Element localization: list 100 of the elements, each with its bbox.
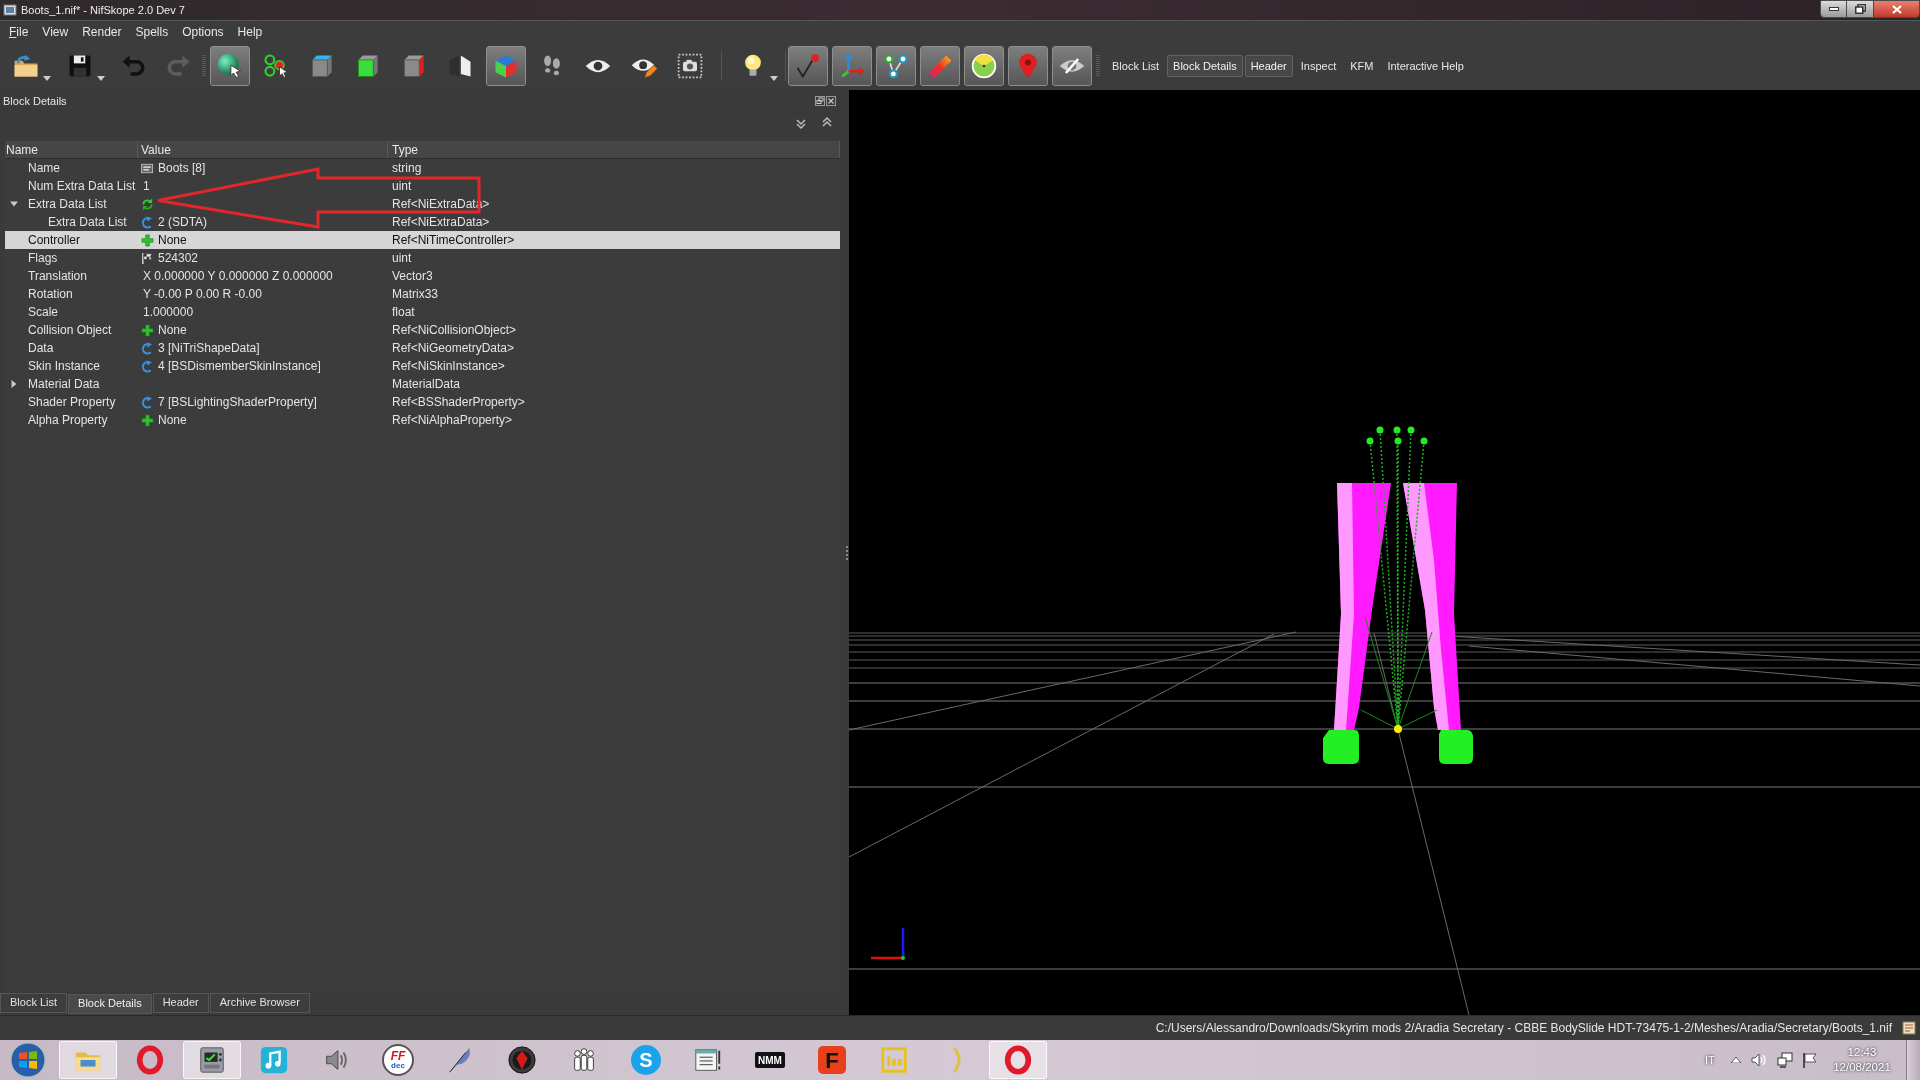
table-cell-text: Rotation — [28, 286, 73, 303]
table-cell-text: Extra Data List — [28, 196, 107, 213]
column-header[interactable]: Value — [141, 140, 171, 159]
tree-row[interactable]: Shader Property 7 [BSLightingShaderProperty] Ref<BSShaderProperty> — [5, 393, 840, 411]
column-header[interactable]: Name — [6, 140, 38, 159]
table-cell-text: 524302 — [158, 250, 199, 267]
tree-row[interactable]: Name Boots [8] string — [5, 159, 840, 177]
table-cell-text: 4 [BSDismemberSkinInstance] — [158, 358, 321, 375]
axis-gizmo-icon — [871, 928, 905, 960]
taskbar-button[interactable]: F — [803, 1041, 861, 1079]
tree-row[interactable]: Extra Data List 2 (SDTA) Ref<NiExtraData> — [5, 213, 840, 231]
tab[interactable]: Block Details — [68, 993, 152, 1014]
app-logo: S — [631, 1045, 661, 1075]
text-lines-icon — [141, 161, 154, 175]
table-cell-text: Ref<BSShaderProperty> — [392, 394, 525, 411]
tree-row[interactable]: Material Data MaterialData — [5, 375, 840, 393]
splitter-handle[interactable] — [846, 545, 848, 560]
triangle-down-icon[interactable] — [10, 200, 18, 208]
speaker-icon[interactable] — [1751, 1052, 1767, 1068]
chevrons-down-icon — [795, 118, 807, 130]
caret-up-icon — [1731, 1057, 1741, 1063]
tree-row[interactable]: Flags 524302 uint — [5, 249, 840, 267]
close-button[interactable] — [1873, 0, 1920, 18]
node-graph-icon — [882, 52, 910, 80]
table-cell-text: Extra Data List — [48, 214, 127, 231]
minimize-button[interactable] — [1820, 0, 1847, 18]
table-cell-text: None — [158, 232, 187, 249]
restore-button[interactable] — [1847, 0, 1873, 18]
network-icon[interactable] — [1777, 1052, 1793, 1068]
tree-row[interactable]: Collision Object None Ref<NiCollisionObject> — [5, 321, 840, 339]
taskbar-button[interactable]: FF dec — [369, 1041, 427, 1079]
app-icon — [3, 3, 17, 17]
table-cell-text: MaterialData — [392, 376, 461, 393]
tab[interactable]: Archive Browser — [209, 992, 310, 1013]
document-icon — [1902, 1021, 1916, 1035]
column-header[interactable]: Type — [392, 140, 418, 159]
table-cell-text: Vector3 — [392, 268, 433, 285]
camera-icon — [676, 52, 704, 80]
table-cell-text: 2 (SDTA) — [158, 214, 208, 231]
table-cell-text: Boots [8] — [158, 160, 206, 177]
menu-item[interactable]: View — [35, 21, 76, 42]
view-toggle-button[interactable]: Block List — [1106, 55, 1166, 77]
view-toggle-button[interactable]: KFM — [1344, 55, 1380, 77]
tree-row[interactable]: Translation X 0.000000 Y 0.000000 Z 0.000000 Vector3 — [5, 267, 840, 285]
start-orb-icon — [9, 1042, 46, 1078]
table-cell-text: uint — [392, 178, 412, 195]
gauge-icon — [970, 52, 998, 80]
table-cell-text: uint — [392, 250, 412, 267]
table-cell-text: Scale — [28, 304, 59, 321]
view-toggle-button[interactable]: Interactive Help — [1381, 55, 1470, 77]
tree-row[interactable]: Alpha Property None Ref<NiAlphaProperty> — [5, 411, 840, 429]
expand-all-button[interactable] — [795, 118, 807, 130]
taskbar-button[interactable]: NMM — [741, 1041, 799, 1079]
pin-check-icon — [794, 52, 822, 80]
collapse-all-button[interactable] — [821, 118, 833, 128]
tree-row[interactable]: Scale 1.000000 float — [5, 303, 840, 321]
table-cell-text: X 0.000000 Y 0.000000 Z 0.000000 — [143, 268, 333, 285]
toolbar-grip[interactable] — [1095, 54, 1101, 78]
plus-icon — [141, 233, 154, 247]
view-toggle-button[interactable]: Inspect — [1294, 55, 1343, 77]
float-button[interactable] — [815, 96, 825, 106]
refresh-icon — [141, 197, 154, 211]
taskbar-button[interactable] — [183, 1041, 241, 1079]
menu-item[interactable]: Help — [230, 21, 270, 42]
close-icon — [826, 96, 836, 106]
sphere-cursor-icon — [216, 52, 244, 80]
tree-row[interactable]: Num Extra Data List 1 uint — [5, 177, 840, 195]
view-toggle-button[interactable]: Block Details — [1167, 55, 1243, 77]
tree-row[interactable]: Data 3 [NiTriShapeData] Ref<NiGeometryData> — [5, 339, 840, 357]
table-cell-text: 1.000000 — [143, 304, 194, 321]
tree-row[interactable]: Controller None Ref<NiTimeController> — [5, 231, 840, 249]
music-note-icon — [259, 1045, 289, 1075]
tree-row[interactable]: Rotation Y -0.00 P 0.00 R -0.00 Matrix33 — [5, 285, 840, 303]
flag-icon[interactable] — [1802, 1052, 1818, 1068]
menu-item[interactable]: Options — [175, 21, 231, 42]
tree-row[interactable]: Skin Instance 4 [BSDismemberSkinInstance] Ref<NiSkinInstance> — [5, 357, 840, 375]
show-desktop-button[interactable] — [1906, 1040, 1920, 1080]
plus-icon — [141, 413, 154, 427]
table-cell-text: Matrix33 — [392, 286, 438, 303]
toolbar-button[interactable] — [876, 46, 916, 86]
menu-item[interactable]: Render — [75, 21, 129, 42]
table-cell-text: 3 [NiTriShapeData] — [158, 340, 260, 357]
table-cell-text: Num Extra Data List — [28, 178, 136, 195]
dock-close-button[interactable] — [826, 96, 836, 106]
toolbar-grip[interactable] — [201, 54, 207, 78]
tab[interactable]: Header — [152, 992, 209, 1013]
table-cell-text: Ref<NiExtraData> — [392, 214, 490, 231]
toolbar-button[interactable] — [964, 46, 1004, 86]
show-hidden-icons-button[interactable] — [1731, 1057, 1741, 1063]
triangle-right-icon[interactable] — [10, 380, 18, 388]
table-cell-text: Translation — [28, 268, 87, 285]
curved-arrow-icon — [141, 359, 154, 373]
ring-icon — [1003, 1045, 1033, 1075]
menu-item[interactable]: File — [2, 21, 36, 42]
3d-viewport[interactable] — [849, 90, 1920, 1015]
tab[interactable]: Block List — [0, 992, 68, 1013]
view-toggle-button[interactable]: Header — [1244, 55, 1293, 77]
toolbar-button[interactable] — [1052, 46, 1092, 86]
restore-icon — [815, 96, 825, 106]
menu-item[interactable]: Spells — [128, 21, 176, 42]
